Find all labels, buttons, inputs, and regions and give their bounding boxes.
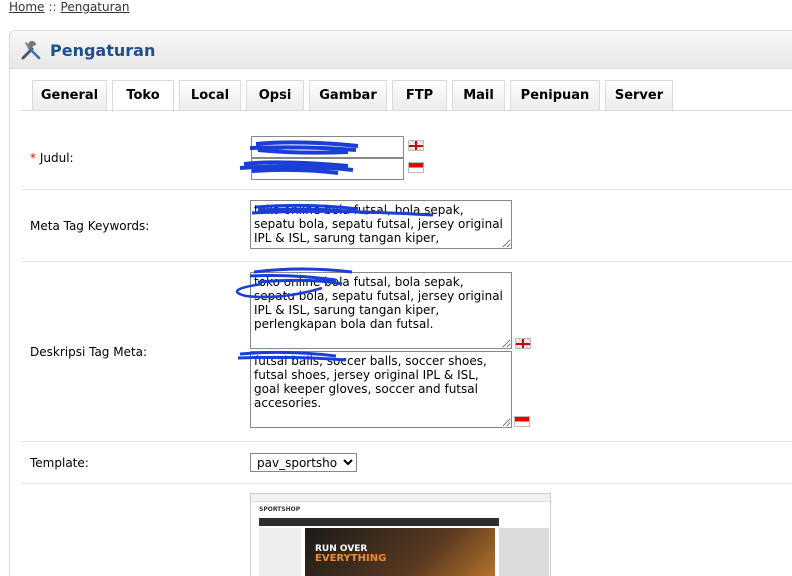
required-mark: * — [30, 151, 36, 165]
row-separator — [21, 189, 792, 190]
preview-hero-line2: EVERYTHING — [315, 553, 387, 564]
indonesia-flag-icon — [514, 416, 530, 427]
tab-general[interactable]: General — [32, 80, 107, 111]
tab-penipuan[interactable]: Penipuan — [510, 80, 600, 111]
template-label: Template: — [30, 456, 89, 470]
tab-gambar[interactable]: Gambar — [309, 80, 387, 111]
tab-local[interactable]: Local — [179, 80, 241, 111]
preview-hero: RUN OVER EVERYTHING — [305, 528, 495, 576]
breadcrumb: Home:: Pengaturan — [9, 0, 130, 14]
meta-description-label: Deskripsi Tag Meta: — [30, 345, 148, 359]
preview-sidebar — [259, 528, 301, 576]
breadcrumb-current-link[interactable]: Pengaturan — [61, 0, 130, 14]
indonesia-flag-icon — [408, 162, 424, 173]
tab-server[interactable]: Server — [605, 80, 673, 111]
tab-opsi[interactable]: Opsi — [246, 80, 304, 111]
breadcrumb-separator: :: — [48, 0, 57, 14]
meta-keywords-label: Meta Tag Keywords: — [30, 219, 150, 233]
preview-logo: SPORTSHOP — [259, 506, 301, 513]
template-select[interactable]: pav_sportshop — [250, 453, 357, 472]
row-separator — [21, 483, 792, 484]
tab-divider — [21, 110, 792, 111]
uk-flag-icon — [515, 338, 531, 349]
tab-mail[interactable]: Mail — [452, 80, 505, 111]
uk-flag-icon — [408, 140, 424, 151]
page-title: Pengaturan — [50, 41, 156, 60]
preview-right-column — [499, 528, 549, 576]
tab-toko[interactable]: Toko — [112, 80, 174, 112]
judul-label: * Judul: — [30, 151, 74, 165]
panel-heading: Pengaturan — [10, 31, 792, 69]
row-separator — [21, 441, 792, 442]
row-separator — [21, 261, 792, 262]
meta-description-id-textarea[interactable]: toko online bola futsal, bola sepak, sep… — [250, 272, 512, 349]
template-preview-image: SPORTSHOP RUN OVER EVERYTHING — [250, 493, 551, 576]
judul-label-text: Judul: — [39, 151, 74, 165]
meta-description-en-textarea[interactable]: futsal balls, soccer balls, soccer shoes… — [250, 351, 512, 428]
breadcrumb-home-link[interactable]: Home — [9, 0, 44, 14]
tab-ftp[interactable]: FTP — [392, 80, 447, 111]
wrench-screwdriver-icon — [21, 41, 41, 60]
preview-nav — [259, 518, 499, 526]
judul-input-id[interactable] — [251, 158, 404, 180]
preview-topbar — [251, 494, 550, 502]
meta-keywords-textarea[interactable]: toko online bola futsal, bola sepak, sep… — [250, 200, 512, 249]
judul-input-en[interactable] — [251, 136, 404, 158]
